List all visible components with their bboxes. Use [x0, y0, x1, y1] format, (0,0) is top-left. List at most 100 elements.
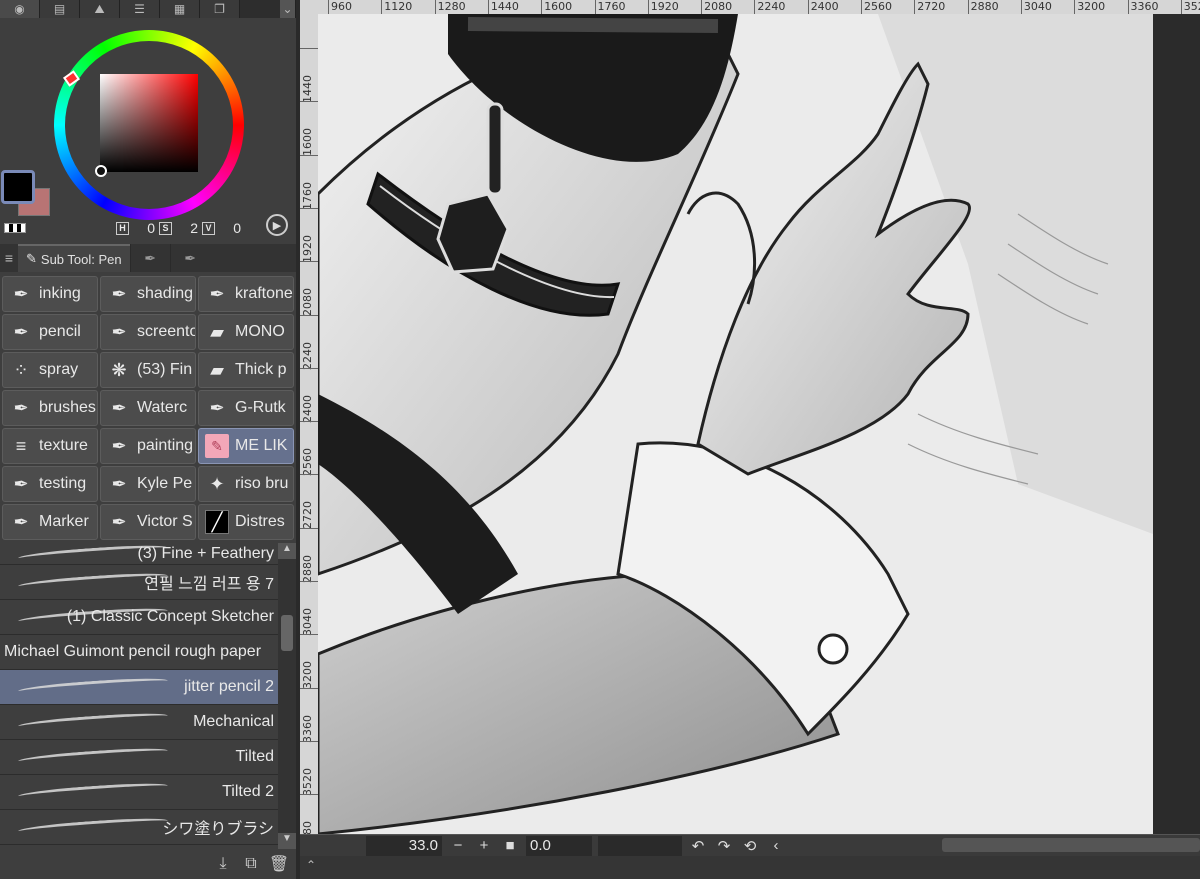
- sub-tool-pencil[interactable]: ✒ pencil: [2, 314, 98, 350]
- sub-tool-kraftone[interactable]: ✒ kraftone: [198, 276, 294, 312]
- ruler-tick-label: 2400: [807, 0, 839, 14]
- ruler-tick-label: 1440: [301, 75, 314, 103]
- artwork: [318, 14, 1153, 834]
- ruler-tick-label: 1920: [647, 0, 679, 14]
- ruler-tick-label: 2080: [701, 0, 732, 14]
- saturation-value-square[interactable]: [100, 74, 198, 172]
- ruler-tick: 3360: [300, 687, 318, 743]
- sub-tool-shading[interactable]: ✒ shading: [100, 276, 196, 312]
- tab-sub-tool-3[interactable]: ✒: [169, 244, 210, 272]
- palette-tabs: ◉ ▤ ⛰ ☰ ▦ ❐ ⌄: [0, 0, 296, 18]
- brush-list-item[interactable]: Michael Guimont pencil rough paper: [0, 635, 278, 670]
- rotate-left-icon[interactable]: ↶: [688, 837, 708, 855]
- ruler-tick: 2400: [300, 367, 318, 423]
- brush-list-item[interactable]: Tilted 2: [0, 775, 278, 810]
- brush-list-item[interactable]: jitter pencil 2: [0, 670, 278, 705]
- zoom-in-icon[interactable]: +: [474, 837, 494, 854]
- scroll-thumb[interactable]: [281, 615, 293, 651]
- pen-nib-icon: ✒: [13, 397, 29, 418]
- layers-tab[interactable]: ❐: [200, 0, 240, 18]
- sv-marker[interactable]: [95, 165, 107, 177]
- tab-sub-tool-pen[interactable]: ✎ Sub Tool: Pen: [18, 244, 130, 272]
- ruler-tick-label: 3520: [301, 767, 314, 796]
- color-set-tab[interactable]: ▤: [40, 0, 80, 18]
- sub-tool-thick-p[interactable]: ▰ Thick p: [198, 352, 294, 388]
- sub-tool-marker[interactable]: ✒ Marker: [2, 504, 98, 540]
- ruler-tick-label: 1600: [541, 0, 572, 14]
- trash-icon[interactable]: 🗑: [268, 853, 290, 875]
- sub-tool-label: pencil: [39, 323, 81, 340]
- brush-stroke-preview: [17, 675, 169, 697]
- brush-list-item[interactable]: 연필 느낌 러프 용 7: [0, 565, 278, 600]
- fit-icon[interactable]: ■: [500, 837, 520, 854]
- palette-menu-button[interactable]: ⌄: [280, 0, 296, 18]
- sub-tool-brushes[interactable]: ✒ brushes: [2, 390, 98, 426]
- main-color-swatch[interactable]: [1, 170, 35, 204]
- ruler-tick-label: 2880: [301, 554, 314, 583]
- color-slider-tab[interactable]: ☰: [120, 0, 160, 18]
- pen-nib-icon: ✒: [111, 435, 127, 456]
- scroll-down-icon[interactable]: ▼: [278, 833, 296, 849]
- rotate-right-icon[interactable]: ↷: [714, 837, 734, 855]
- sub-tool-screentone[interactable]: ✒ screentone: [100, 314, 196, 350]
- sub-tool-53-fin[interactable]: ❋ (53) Fin: [100, 352, 196, 388]
- h-label: H: [116, 221, 129, 235]
- sub-tool-label: kraftone: [235, 285, 293, 302]
- sub-tool-painting[interactable]: ✒ painting: [100, 428, 196, 464]
- canvas-horizontal-scrollbar[interactable]: [942, 838, 1200, 852]
- color-wheel-tab[interactable]: ◉: [0, 0, 40, 18]
- spray-icon: ⁘: [13, 359, 29, 380]
- pen-nib-icon: ✒: [111, 473, 127, 494]
- brush-list-item[interactable]: シワ塗りブラシ: [0, 810, 278, 845]
- sub-tool-header: ≡ ✎ Sub Tool: Pen ✒ ✒: [0, 244, 296, 272]
- sub-tool-kyle-pe[interactable]: ✒ Kyle Pe: [100, 466, 196, 502]
- chevron-left-icon[interactable]: ‹: [766, 837, 786, 854]
- transparent-color-swatch[interactable]: [4, 223, 26, 233]
- sub-tool-g-rutk[interactable]: ✒ G-Rutk: [198, 390, 294, 426]
- ruler-tick: 1600: [300, 101, 318, 156]
- color-mode-button[interactable]: ▶: [266, 214, 288, 236]
- hamburger-menu-icon[interactable]: ≡: [0, 250, 18, 266]
- sub-tool-waterc[interactable]: ✒ Waterc: [100, 390, 196, 426]
- brush-label: (3) Fine + Feathery: [137, 544, 275, 562]
- sub-tool-texture[interactable]: ≡ texture: [2, 428, 98, 464]
- import-icon[interactable]: ⤓: [212, 853, 234, 875]
- duplicate-icon[interactable]: ⧉: [240, 853, 262, 875]
- zoom-field[interactable]: 33.0: [366, 835, 442, 856]
- zoom-out-icon[interactable]: −: [448, 837, 468, 854]
- tab-sub-tool-2[interactable]: ✒: [129, 244, 170, 272]
- chevron-up-icon[interactable]: ⌃: [306, 858, 316, 872]
- brush-list-item[interactable]: (3) Fine + Feathery: [0, 543, 278, 565]
- intermediate-color-tab[interactable]: ⛰: [80, 0, 120, 18]
- sub-tool-inking[interactable]: ✒ inking: [2, 276, 98, 312]
- brush-list-item[interactable]: (1) Classic Concept Sketcher: [0, 600, 278, 635]
- pen-nib-icon: ✒: [111, 283, 127, 304]
- sub-tool-testing[interactable]: ✒ testing: [2, 466, 98, 502]
- sub-tool-label: MONO: [235, 323, 285, 340]
- brush-label: Michael Guimont pencil rough paper: [4, 643, 262, 660]
- sub-tool-label: Marker: [39, 513, 89, 530]
- ruler-tick-label: 2720: [914, 0, 945, 14]
- sub-tool-label: riso bru: [235, 475, 289, 492]
- drawing-canvas[interactable]: [318, 14, 1153, 834]
- sub-tool-spray[interactable]: ⁘ spray: [2, 352, 98, 388]
- sub-tool-label: painting: [137, 437, 194, 454]
- color-history-tab[interactable]: ▦: [160, 0, 200, 18]
- sub-tool-distres[interactable]: ╱ Distres: [198, 504, 294, 540]
- sub-tool-me-lik[interactable]: ✎ ME LIK: [198, 428, 294, 464]
- sub-tool-label: G-Rutk: [235, 399, 286, 416]
- sub-tool-riso-bru[interactable]: ✦ riso bru: [198, 466, 294, 502]
- ruler-tick-label: 2400: [301, 394, 314, 423]
- sub-tool-mono[interactable]: ▰ MONO: [198, 314, 294, 350]
- canvas-outside-area: [1153, 14, 1200, 834]
- brush-list-scrollbar[interactable]: ▲ ▼: [278, 543, 296, 849]
- sub-tool-label: Thick p: [235, 361, 287, 378]
- ruler-tick-label: 1280: [434, 0, 466, 14]
- brush-list-item[interactable]: Tilted: [0, 740, 278, 775]
- scroll-up-icon[interactable]: ▲: [278, 543, 296, 559]
- rotation-field[interactable]: 0.0: [526, 835, 592, 856]
- brush-stroke-preview: [17, 710, 169, 732]
- brush-list-item[interactable]: Mechanical: [0, 705, 278, 740]
- sub-tool-victor-s[interactable]: ✒ Victor S: [100, 504, 196, 540]
- reset-rotation-icon[interactable]: ⟲: [740, 837, 760, 855]
